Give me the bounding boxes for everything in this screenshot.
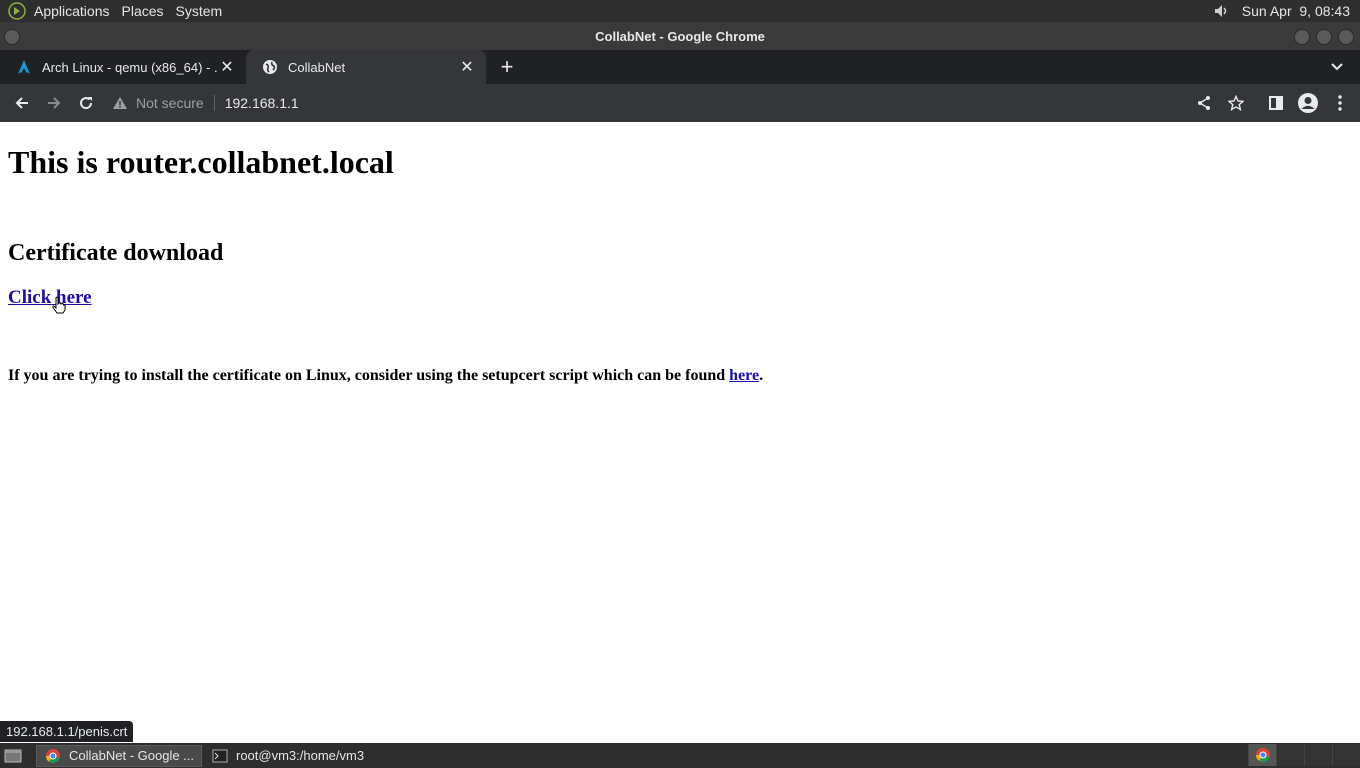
security-label[interactable]: Not secure: [136, 95, 204, 111]
tab-search-chevron-icon[interactable]: [1328, 58, 1346, 76]
menu-kebab-icon[interactable]: [1324, 87, 1356, 119]
workspace-3[interactable]: [1304, 744, 1332, 766]
menu-system[interactable]: System: [170, 3, 229, 19]
workspace-1[interactable]: [1248, 744, 1276, 766]
forward-button[interactable]: [38, 87, 70, 119]
omnibox-divider: [213, 95, 215, 111]
close-tab-icon[interactable]: ✕: [218, 58, 236, 76]
tab-strip: Arch Linux - qemu (x86_64) - ... ✕ Colla…: [0, 50, 1360, 84]
terminal-icon: [212, 749, 228, 763]
window-menu-button[interactable]: [4, 29, 20, 45]
top-panel: Applications Places System Sun Apr 9, 08…: [0, 0, 1360, 22]
workspace-4[interactable]: [1332, 744, 1360, 766]
info-text: If you are trying to install the certifi…: [8, 367, 730, 384]
gnome-foot-icon[interactable]: [6, 0, 28, 22]
taskbar-label: CollabNet - Google ...: [69, 748, 195, 763]
url-text[interactable]: 192.168.1.1: [225, 95, 299, 111]
side-panel-icon[interactable]: [1260, 87, 1292, 119]
certificate-heading: Certificate download: [8, 240, 224, 266]
status-url-bubble: 192.168.1.1/penis.crt: [0, 721, 134, 742]
taskbar-item-chrome[interactable]: CollabNet - Google ...: [36, 744, 202, 767]
toolbar-actions: [1188, 87, 1360, 119]
share-icon[interactable]: [1188, 87, 1220, 119]
page-content: This is router.collabnet.local Certifica…: [0, 122, 1360, 743]
tab-title: CollabNet: [288, 59, 346, 75]
tab-arch-linux[interactable]: Arch Linux - qemu (x86_64) - ... ✕: [0, 50, 246, 84]
chrome-icon: [45, 748, 61, 764]
taskbar-item-terminal[interactable]: root@vm3:/home/vm3: [204, 745, 372, 767]
clock[interactable]: Sun Apr 9, 08:43: [1242, 3, 1350, 19]
setupcert-link[interactable]: here: [729, 367, 759, 384]
warning-icon[interactable]: [112, 96, 128, 110]
globe-icon: [262, 59, 278, 75]
workspace-2[interactable]: [1276, 744, 1304, 766]
minimize-button[interactable]: [1294, 29, 1310, 45]
profile-avatar-icon[interactable]: [1292, 87, 1324, 119]
certificate-download-link[interactable]: Click here: [8, 287, 92, 309]
maximize-button[interactable]: [1316, 29, 1332, 45]
browser-toolbar: Not secure 192.168.1.1: [0, 84, 1360, 122]
window-titlebar[interactable]: CollabNet - Google Chrome: [0, 22, 1360, 50]
show-desktop-icon[interactable]: [2, 746, 24, 766]
close-window-button[interactable]: [1338, 29, 1354, 45]
menu-places[interactable]: Places: [116, 3, 170, 19]
workspace-switcher[interactable]: [1248, 744, 1360, 766]
page-title: This is router.collabnet.local: [8, 144, 394, 180]
tab-collabnet[interactable]: CollabNet ✕: [246, 50, 486, 84]
volume-icon[interactable]: [1210, 0, 1232, 22]
tab-title: Arch Linux - qemu (x86_64) - ...: [42, 59, 218, 75]
close-tab-icon[interactable]: ✕: [458, 58, 476, 76]
chrome-icon: [1255, 748, 1270, 762]
new-tab-button[interactable]: +: [492, 52, 522, 82]
back-button[interactable]: [6, 87, 38, 119]
bookmark-star-icon[interactable]: [1220, 87, 1252, 119]
info-end: .: [759, 367, 764, 384]
reload-button[interactable]: [70, 87, 102, 119]
omnibox[interactable]: Not secure 192.168.1.1: [112, 88, 299, 118]
window-title: CollabNet - Google Chrome: [595, 28, 765, 44]
arch-icon: [16, 59, 32, 75]
menu-applications[interactable]: Applications: [28, 3, 116, 19]
bottom-taskbar: CollabNet - Google ... root@vm3:/home/vm…: [0, 743, 1360, 768]
taskbar-label: root@vm3:/home/vm3: [236, 748, 365, 763]
hand-cursor-icon: [52, 296, 66, 319]
linux-info-text: If you are trying to install the certifi…: [8, 367, 763, 385]
